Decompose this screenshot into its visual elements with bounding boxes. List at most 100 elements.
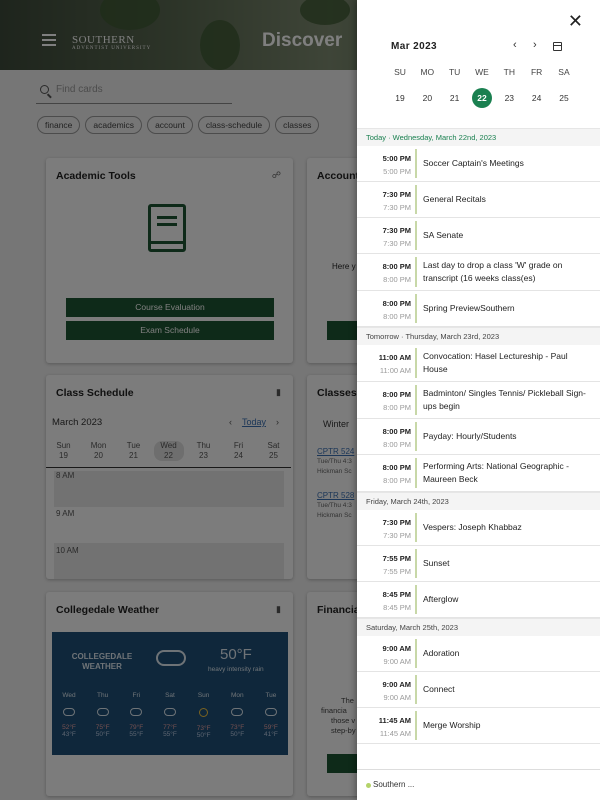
- day-section-header: Tomorrow · Thursday, March 23rd, 2023: [357, 327, 600, 345]
- event-times: 5:00 PM 5:00 PM: [357, 146, 415, 181]
- event-title: Vespers: Joseph Khabbaz: [423, 522, 522, 532]
- day-number[interactable]: 21: [443, 88, 467, 108]
- day-section-header: Saturday, March 25th, 2023: [357, 618, 600, 636]
- event-end-time: 11:00 AM: [379, 366, 411, 375]
- event-row[interactable]: 11:00 AM 11:00 AM Convocation: Hasel Lectu…: [357, 345, 600, 382]
- event-row[interactable]: 7:30 PM 7:30 PM SA Senate: [357, 218, 600, 254]
- event-row[interactable]: 7:30 PM 7:30 PM Vespers: Joseph Khabbaz: [357, 510, 600, 546]
- day-number[interactable]: 25: [552, 88, 576, 108]
- event-title: Payday: Hourly/Students: [423, 431, 517, 441]
- event-row[interactable]: 9:00 AM 9:00 AM Connect: [357, 672, 600, 708]
- event-times: 8:00 PM 8:00 PM: [357, 254, 415, 290]
- event-start-time: 7:30 PM: [382, 518, 411, 527]
- event-times: 8:00 PM 8:00 PM: [357, 291, 415, 326]
- calendar-icon[interactable]: [553, 42, 562, 51]
- event-start-time: 9:00 AM: [382, 644, 411, 653]
- event-row[interactable]: 8:00 PM 8:00 PM Last day to drop a class '…: [357, 254, 600, 291]
- event-times: 7:30 PM 7:30 PM: [357, 510, 415, 545]
- event-row[interactable]: 8:00 PM 8:00 PM Spring PreviewSouthern: [357, 291, 600, 327]
- event-times: 9:00 AM 9:00 AM: [357, 636, 415, 671]
- day-number[interactable]: 20: [415, 88, 439, 108]
- event-times: 8:00 PM 8:00 PM: [357, 419, 415, 454]
- event-title: Spring PreviewSouthern: [423, 303, 515, 313]
- event-times: 8:00 PM 8:00 PM: [357, 455, 415, 491]
- event-title: SA Senate: [423, 230, 464, 240]
- event-end-time: 8:00 PM: [383, 403, 411, 412]
- event-start-time: 8:00 PM: [382, 463, 411, 472]
- event-times: 8:00 PM 8:00 PM: [357, 382, 415, 418]
- event-times: 9:00 AM 9:00 AM: [357, 672, 415, 707]
- event-end-time: 8:45 PM: [383, 603, 411, 612]
- event-title: Soccer Captain's Meetings: [423, 158, 524, 168]
- weekday-headers: SU MO TU WE TH FR SA: [388, 67, 576, 77]
- event-title: Adoration: [423, 648, 460, 658]
- event-title: Merge Worship: [423, 720, 481, 730]
- day-number[interactable]: 23: [497, 88, 521, 108]
- event-row[interactable]: 8:00 PM 8:00 PM Performing Arts: National …: [357, 455, 600, 492]
- event-times: 7:30 PM 7:30 PM: [357, 218, 415, 253]
- day-number-selected[interactable]: 22: [471, 88, 492, 108]
- event-end-time: 8:00 PM: [383, 312, 411, 321]
- event-end-time: 8:00 PM: [383, 476, 411, 485]
- event-row[interactable]: 7:30 PM 7:30 PM General Recitals: [357, 182, 600, 218]
- day-section-header: Friday, March 24th, 2023: [357, 492, 600, 510]
- event-list: Today · Wednesday, March 22nd, 2023 5:00 …: [357, 128, 600, 769]
- event-row[interactable]: 9:00 AM 9:00 AM Adoration: [357, 636, 600, 672]
- close-icon[interactable]: ✕: [568, 12, 583, 30]
- event-title: Convocation: Hasel Lectureship - Paul Ho…: [423, 351, 568, 374]
- event-title: Sunset: [423, 558, 450, 568]
- next-month-icon[interactable]: ›: [533, 39, 537, 51]
- event-end-time: 8:00 PM: [383, 440, 411, 449]
- event-row[interactable]: 8:00 PM 8:00 PM Payday: Hourly/Students: [357, 419, 600, 455]
- event-start-time: 11:00 AM: [378, 353, 411, 362]
- event-start-time: 8:00 PM: [382, 427, 411, 436]
- event-times: 7:30 PM 7:30 PM: [357, 182, 415, 217]
- event-end-time: 7:30 PM: [383, 531, 411, 540]
- event-start-time: 7:30 PM: [382, 226, 411, 235]
- event-end-time: 11:45 AM: [379, 729, 411, 738]
- day-number[interactable]: 19: [388, 88, 412, 108]
- calendar-drawer: ✕ Mar 2023 ‹ › SU MO TU WE TH FR SA 19 2…: [357, 0, 600, 800]
- event-title: Connect: [423, 684, 455, 694]
- event-times: 11:45 AM 11:45 AM: [357, 708, 415, 743]
- event-end-time: 7:30 PM: [383, 203, 411, 212]
- drawer-footer: Southern ...: [357, 769, 600, 800]
- event-row[interactable]: 8:00 PM 8:00 PM Badminton/ Singles Tennis/…: [357, 382, 600, 419]
- event-end-time: 7:55 PM: [383, 567, 411, 576]
- weekday-label: SA: [558, 67, 570, 77]
- event-row[interactable]: 7:55 PM 7:55 PM Sunset: [357, 546, 600, 582]
- event-start-time: 8:45 PM: [382, 590, 411, 599]
- event-end-time: 5:00 PM: [383, 167, 411, 176]
- event-times: 8:45 PM 8:45 PM: [357, 582, 415, 617]
- event-title: Last day to drop a class 'W' grade on tr…: [423, 260, 563, 283]
- event-title: General Recitals: [423, 194, 486, 204]
- day-section-header: Today · Wednesday, March 22nd, 2023: [357, 128, 600, 146]
- prev-month-icon[interactable]: ‹: [513, 39, 517, 51]
- event-start-time: 11:45 AM: [378, 716, 411, 725]
- event-row[interactable]: 5:00 PM 5:00 PM Soccer Captain's Meetings: [357, 146, 600, 182]
- event-title: Afterglow: [423, 594, 459, 604]
- weekday-label: MO: [420, 67, 435, 77]
- event-row[interactable]: 11:45 AM 11:45 AM Merge Worship: [357, 708, 600, 744]
- event-row[interactable]: 8:45 PM 8:45 PM Afterglow: [357, 582, 600, 618]
- event-end-time: 9:00 AM: [383, 693, 411, 702]
- event-start-time: 7:55 PM: [382, 554, 411, 563]
- weekday-label: WE: [475, 67, 489, 77]
- event-title: Performing Arts: National Geographic - M…: [423, 461, 569, 484]
- event-start-time: 8:00 PM: [382, 262, 411, 271]
- day-number[interactable]: 24: [525, 88, 549, 108]
- week-day-numbers: 19 20 21 22 23 24 25: [388, 88, 576, 108]
- event-start-time: 7:30 PM: [382, 190, 411, 199]
- event-start-time: 8:00 PM: [382, 299, 411, 308]
- weekday-label: FR: [530, 67, 543, 77]
- event-start-time: 9:00 AM: [382, 680, 411, 689]
- event-end-time: 8:00 PM: [383, 275, 411, 284]
- event-start-time: 8:00 PM: [382, 390, 411, 399]
- calendar-source-label[interactable]: Southern ...: [373, 780, 414, 789]
- weekday-label: SU: [394, 67, 406, 77]
- event-end-time: 7:30 PM: [383, 239, 411, 248]
- event-times: 11:00 AM 11:00 AM: [357, 345, 415, 381]
- event-title: Badminton/ Singles Tennis/ Pickleball Si…: [423, 388, 586, 411]
- weekday-label: TH: [503, 67, 515, 77]
- event-start-time: 5:00 PM: [382, 154, 411, 163]
